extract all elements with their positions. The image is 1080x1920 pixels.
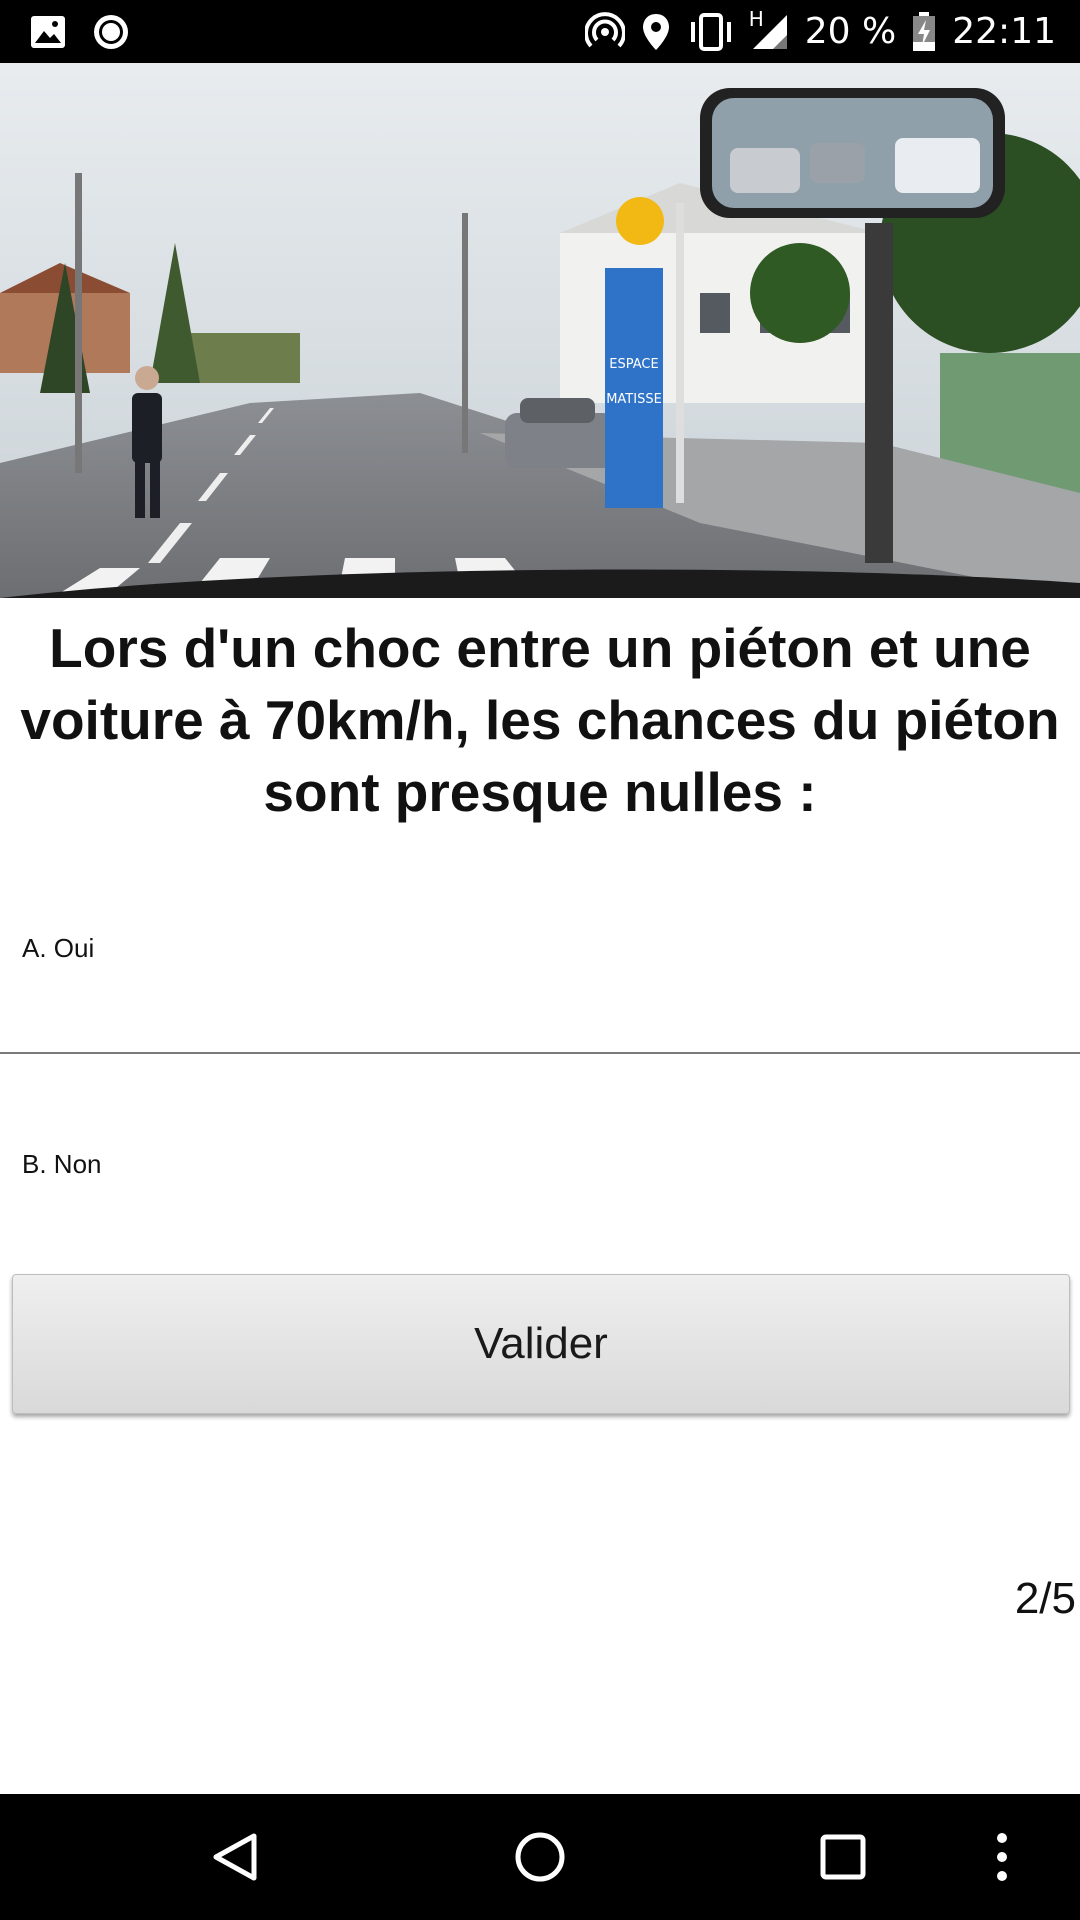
question-text: Lors d'un choc entre un piéton et une vo… xyxy=(20,617,1060,823)
answer-label-a: A. Oui xyxy=(22,933,95,963)
location-icon xyxy=(641,12,671,52)
recents-icon[interactable] xyxy=(808,1794,878,1920)
vibrate-icon xyxy=(687,12,735,52)
navigation-bar xyxy=(0,1794,1080,1920)
answer-label-b: B. Non xyxy=(22,1149,102,1179)
question-counter: 2/5 xyxy=(1014,1574,1076,1623)
image-icon xyxy=(30,15,66,49)
answer-divider xyxy=(0,1052,1080,1054)
record-icon xyxy=(92,13,130,51)
battery-icon xyxy=(912,11,936,52)
question-photo: ESPACE MATISSE xyxy=(0,63,1080,598)
back-icon[interactable] xyxy=(200,1794,270,1920)
sign-line-1: ESPACE xyxy=(609,357,658,372)
hotspot-icon xyxy=(584,11,625,52)
validate-button[interactable]: Valider xyxy=(12,1274,1070,1414)
sign-line-2: MATISSE xyxy=(606,392,662,407)
home-icon[interactable] xyxy=(505,1794,575,1920)
status-bar: H 20 % 22:11 xyxy=(0,0,1080,63)
network-type-label: H xyxy=(748,6,764,31)
clock: 22:11 xyxy=(952,11,1056,52)
more-icon[interactable] xyxy=(980,1794,1024,1920)
battery-percent: 20 % xyxy=(804,11,897,52)
answer-option-b[interactable]: B. Non xyxy=(0,1056,1080,1272)
signal-icon: H xyxy=(749,7,789,51)
